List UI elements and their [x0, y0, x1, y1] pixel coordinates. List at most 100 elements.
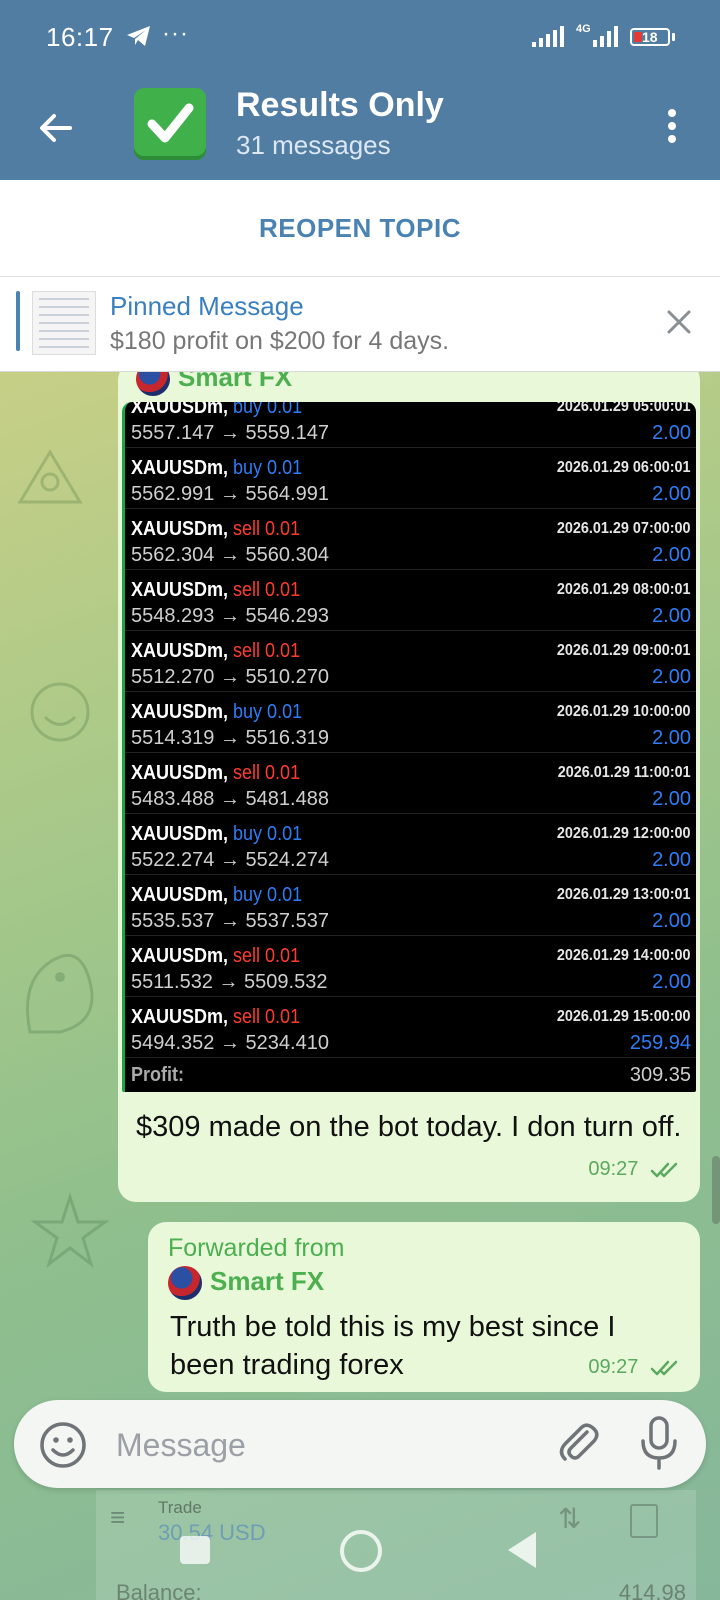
trade-date: 2026.01.29 06:00:01 [557, 459, 691, 476]
trade-symbol: XAUUSDm, sell 0.01 [131, 762, 300, 785]
message-input[interactable] [114, 1414, 538, 1476]
back-triangle-button[interactable] [508, 1532, 536, 1568]
trade-price: 5494.352 → 5234.410 [131, 1032, 329, 1054]
trade-symbol-text: XAUUSDm, [131, 1006, 229, 1028]
trade-profit: 2.00 [652, 483, 691, 505]
trade-date: 2026.01.29 11:00:01 [558, 764, 691, 781]
trade-profit: 2.00 [652, 727, 691, 749]
pinned-message[interactable]: Pinned Message $180 profit on $200 for 4… [0, 277, 720, 372]
trade-row: XAUUSDm, sell 0.01 5548.293 → 5546.293 202… [125, 569, 696, 631]
forwarded-label: Forwarded from [168, 1234, 345, 1262]
chat-header: Results Only 31 messages [0, 80, 720, 180]
signal-icon [532, 26, 568, 53]
paperclip-icon[interactable] [554, 1418, 604, 1468]
trade-row: XAUUSDm, buy 0.01 5514.319 → 5516.319 2026… [125, 691, 696, 753]
trade-date: 2026.01.29 08:00:01 [557, 581, 691, 598]
back-arrow-icon[interactable] [34, 106, 78, 150]
message-time: 09:27 [588, 1356, 684, 1379]
trade-side: sell [233, 762, 261, 784]
trade-profit: 2.00 [652, 666, 691, 688]
trade-profit: 2.00 [652, 422, 691, 444]
forwarded-message-bubble[interactable]: Forwarded from Smart FX Truth be told th… [148, 1222, 700, 1392]
trade-volume: 0.01 [265, 1006, 301, 1028]
trade-symbol-text: XAUUSDm, [131, 823, 229, 845]
trade-side: buy [233, 402, 263, 418]
trade-row: XAUUSDm, buy 0.01 5557.147 → 5559.147 2026… [125, 402, 696, 448]
trade-side: sell [233, 640, 261, 662]
scrollbar-thumb[interactable] [712, 1156, 720, 1224]
doodle-icon [17, 449, 83, 504]
recent-apps-button[interactable] [180, 1536, 210, 1564]
pinned-indicator [16, 291, 20, 351]
emoji-icon[interactable] [38, 1420, 88, 1470]
trade-history-image[interactable]: XAUUSDm, buy 0.01 5557.147 → 5559.147 2026… [122, 402, 696, 1092]
trade-symbol-text: XAUUSDm, [131, 701, 229, 723]
trade-symbol: XAUUSDm, sell 0.01 [131, 1006, 300, 1029]
more-vertical-icon[interactable] [660, 104, 684, 148]
battery-icon: 18 [630, 28, 670, 46]
trade-price: 5557.147 → 5559.147 [131, 422, 329, 444]
status-time: 16:17 [46, 22, 114, 52]
trade-volume: 0.01 [265, 945, 301, 967]
trade-row: XAUUSDm, buy 0.01 5535.537 → 5537.537 2026… [125, 874, 696, 936]
trade-side: buy [233, 457, 263, 479]
trade-volume: 0.01 [265, 518, 301, 540]
trade-symbol-text: XAUUSDm, [131, 518, 229, 540]
trade-symbol: XAUUSDm, buy 0.01 [131, 701, 302, 724]
trade-price: 5514.319 → 5516.319 [131, 727, 329, 749]
trade-price: 5562.991 → 5564.991 [131, 483, 329, 505]
trade-price: 5535.537 → 5537.537 [131, 910, 329, 932]
trade-volume: 0.01 [267, 701, 303, 723]
battery-level: 18 [642, 29, 658, 45]
trade-price: 5483.488 → 5481.488 [131, 788, 329, 810]
profit-label: Profit: [131, 1064, 185, 1086]
reopen-topic-bar: REOPEN TOPIC [0, 180, 720, 277]
trade-symbol: XAUUSDm, buy 0.01 [131, 823, 302, 846]
trade-volume: 0.01 [267, 823, 303, 845]
trade-volume: 0.01 [267, 884, 303, 906]
message-text: $309 made on the bot today. I don turn o… [136, 1111, 682, 1143]
profit-row: Profit: 309.35 [125, 1058, 696, 1092]
message-time-text: 09:27 [588, 1158, 639, 1180]
trade-date: 2026.01.29 12:00:00 [557, 825, 691, 842]
chat-title[interactable]: Results Only [236, 86, 444, 125]
trade-price: 5511.532 → 5509.532 [131, 971, 328, 993]
check-mark-button-icon[interactable] [134, 88, 206, 160]
trade-date: 2026.01.29 10:00:00 [557, 703, 691, 720]
double-check-icon [650, 1162, 678, 1177]
trade-profit: 2.00 [652, 788, 691, 810]
trade-profit: 2.00 [652, 910, 691, 932]
message-bubble[interactable]: Smart FX XAUUSDm, buy 0.01 5557.147 → 555… [118, 372, 700, 1202]
trade-symbol: XAUUSDm, sell 0.01 [131, 518, 300, 541]
reopen-topic-button[interactable]: REOPEN TOPIC [259, 213, 461, 244]
trade-row: XAUUSDm, buy 0.01 5522.274 → 5524.274 2026… [125, 813, 696, 875]
trade-symbol-text: XAUUSDm, [131, 640, 229, 662]
trade-symbol-text: XAUUSDm, [131, 762, 229, 784]
microphone-icon[interactable] [634, 1414, 684, 1472]
trade-side: sell [233, 945, 261, 967]
status-bar: 16:17 ··· 4G 18 [0, 0, 720, 80]
close-icon[interactable] [664, 307, 694, 337]
trade-symbol: XAUUSDm, buy 0.01 [131, 884, 302, 907]
trade-volume: 0.01 [267, 457, 303, 479]
trade-row: XAUUSDm, sell 0.01 5511.532 → 5509.532 202… [125, 935, 696, 997]
trade-side: sell [233, 1006, 261, 1028]
trade-date: 2026.01.29 14:00:00 [557, 947, 691, 964]
sender-avatar[interactable] [168, 1266, 202, 1300]
trade-symbol-text: XAUUSDm, [131, 402, 229, 418]
trade-side: sell [233, 579, 261, 601]
trade-row: XAUUSDm, buy 0.01 5562.991 → 5564.991 2026… [125, 447, 696, 509]
sender-name[interactable]: Smart FX [210, 1266, 324, 1297]
trade-date: 2026.01.29 09:00:01 [557, 642, 691, 659]
doodle-icon [26, 953, 94, 1034]
trade-symbol-text: XAUUSDm, [131, 579, 229, 601]
trade-volume: 0.01 [265, 640, 301, 662]
signal-icon-2 [593, 26, 621, 53]
message-composer [14, 1400, 706, 1488]
trade-price: 5562.304 → 5560.304 [131, 544, 329, 566]
sender-name[interactable]: Smart FX [178, 372, 292, 393]
trade-row: XAUUSDm, sell 0.01 5494.352 → 5234.410 202… [125, 996, 696, 1058]
home-button[interactable] [340, 1530, 382, 1572]
sender-avatar[interactable] [136, 372, 170, 396]
trade-date: 2026.01.29 07:00:00 [557, 520, 691, 537]
